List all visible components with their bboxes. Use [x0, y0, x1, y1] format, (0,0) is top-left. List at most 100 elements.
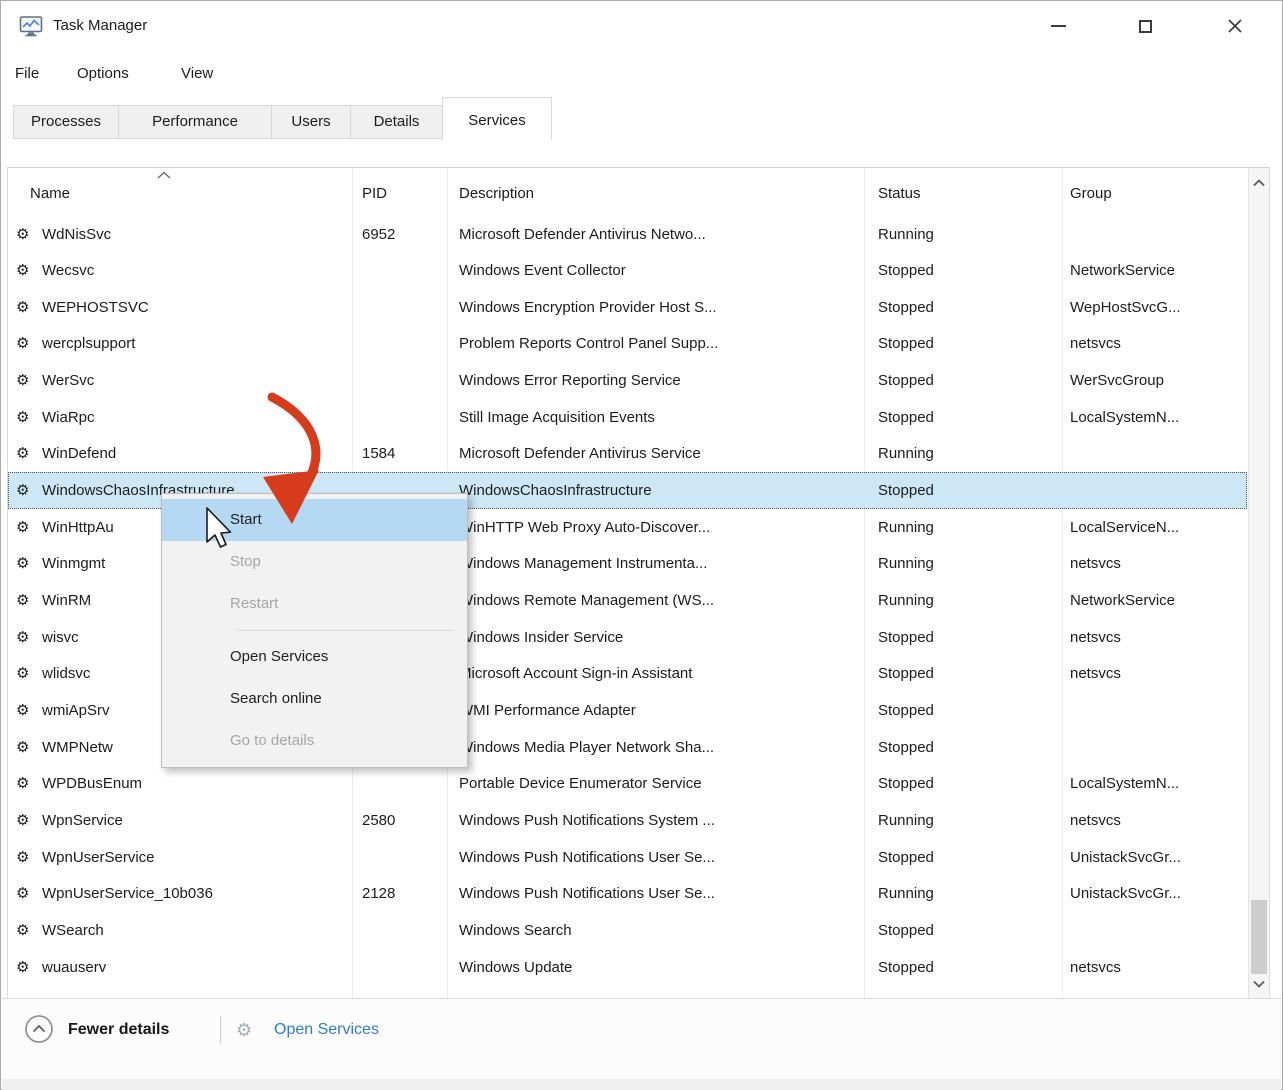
service-status: Stopped [878, 252, 934, 289]
service-gear-icon: ⚙ [16, 435, 29, 472]
maximize-icon [1139, 20, 1152, 33]
service-description: Windows Update [459, 949, 572, 986]
chevron-up-circle-icon [24, 1014, 54, 1044]
service-description: Windows Management Instrumenta... [459, 545, 707, 582]
service-name: WinDefend [42, 435, 116, 472]
service-row-wpdbusenum[interactable]: ⚙WPDBusEnumPortable Device Enumerator Se… [8, 765, 1247, 802]
service-group: WerSvcGroup [1070, 362, 1164, 399]
service-row-wpnuserservice[interactable]: ⚙WpnUserServiceWindows Push Notification… [8, 839, 1247, 876]
context-menu-item-go-to-details: Go to details [162, 720, 467, 762]
scroll-up-button[interactable] [1249, 172, 1269, 194]
footer-bar: Fewer details ⚙ Open Services [2, 998, 1281, 1080]
service-gear-icon: ⚙ [16, 545, 29, 582]
title-bar: Task Manager [1, 1, 1282, 51]
service-group: LocalSystemN... [1070, 765, 1179, 802]
service-status: Stopped [878, 325, 934, 362]
column-header-pid[interactable]: PID [362, 168, 387, 214]
service-group: LocalServiceN... [1070, 509, 1179, 546]
tab-performance[interactable]: Performance [118, 105, 272, 139]
service-group: LocalSystemN... [1070, 399, 1179, 436]
chevron-down-icon [1253, 980, 1265, 988]
service-row-wecsvc[interactable]: ⚙WecsvcWindows Event CollectorStoppedNet… [8, 252, 1247, 289]
service-row-wsearch[interactable]: ⚙WSearchWindows SearchStopped [8, 912, 1247, 949]
service-gear-icon: ⚙ [16, 875, 29, 912]
context-menu-item-search-online[interactable]: Search online [162, 678, 467, 720]
column-header-name[interactable]: Name [30, 168, 70, 214]
service-context-menu: StartStopRestartOpen ServicesSearch onli… [161, 493, 468, 768]
gear-icon: ⚙ [236, 999, 252, 1061]
service-group: UnistackSvcGr... [1070, 875, 1181, 912]
open-services-link[interactable]: Open Services [274, 999, 379, 1061]
service-name: WpnUserService [42, 839, 155, 876]
service-name: wercplsupport [42, 325, 135, 362]
service-row-wpnuserservice-10b036[interactable]: ⚙WpnUserService_10b0362128Windows Push N… [8, 875, 1247, 912]
scrollbar-thumb[interactable] [1251, 900, 1267, 974]
service-description: Windows Push Notifications System ... [459, 802, 715, 839]
service-name: wuauserv [42, 949, 106, 986]
service-name: WpnUserService_10b036 [42, 875, 213, 912]
service-description: WMI Performance Adapter [459, 692, 636, 729]
menu-separator [236, 630, 453, 631]
vertical-scrollbar[interactable] [1248, 168, 1269, 999]
menubar-item-options[interactable]: Options [77, 51, 129, 97]
tab-services[interactable]: Services [442, 97, 552, 140]
service-row-windefend[interactable]: ⚙WinDefend1584Microsoft Defender Antivir… [8, 435, 1247, 472]
service-name: WerSvc [42, 362, 94, 399]
minimize-button[interactable] [1035, 1, 1081, 51]
service-pid: 2128 [362, 875, 395, 912]
maximize-button[interactable] [1122, 1, 1168, 51]
service-description: Still Image Acquisition Events [459, 399, 655, 436]
service-description: Windows Push Notifications User Se... [459, 839, 715, 876]
service-name: wisvc [42, 619, 79, 656]
service-description: WindowsChaosInfrastructure [459, 472, 652, 509]
scroll-down-button[interactable] [1249, 973, 1269, 995]
service-row-wercplsupport[interactable]: ⚙wercplsupportProblem Reports Control Pa… [8, 325, 1247, 362]
column-header-group[interactable]: Group [1070, 168, 1112, 214]
service-name: wmiApSrv [42, 692, 110, 729]
service-row-wephostsvc[interactable]: ⚙WEPHOSTSVCWindows Encryption Provider H… [8, 289, 1247, 326]
service-status: Running [878, 509, 934, 546]
service-row-wersvc[interactable]: ⚙WerSvcWindows Error Reporting ServiceSt… [8, 362, 1247, 399]
column-header-status[interactable]: Status [878, 168, 921, 214]
menubar-item-view[interactable]: View [181, 51, 213, 97]
tab-users[interactable]: Users [271, 105, 351, 139]
service-name: WSearch [42, 912, 104, 949]
service-row-wdnissvc[interactable]: ⚙WdNisSvc6952Microsoft Defender Antiviru… [8, 216, 1247, 253]
menubar-item-file[interactable]: File [15, 51, 39, 97]
service-status: Stopped [878, 619, 934, 656]
service-row-wpnservice[interactable]: ⚙WpnService2580Windows Push Notification… [8, 802, 1247, 839]
service-group: netsvcs [1070, 802, 1121, 839]
service-status: Stopped [878, 949, 934, 986]
service-group: NetworkService [1070, 252, 1175, 289]
service-status: Stopped [878, 655, 934, 692]
service-group: netsvcs [1070, 949, 1121, 986]
context-menu-item-start[interactable]: Start [162, 499, 467, 541]
service-description: Microsoft Defender Antivirus Service [459, 435, 701, 472]
service-name: WPDBusEnum [42, 765, 142, 802]
window-frame-bottom [2, 1079, 1281, 1090]
tab-details[interactable]: Details [350, 105, 443, 139]
service-group: WepHostSvcG... [1070, 289, 1181, 326]
task-manager-window: Task Manager File Options View ProcessesPe… [0, 0, 1283, 1090]
service-group: netsvcs [1070, 619, 1121, 656]
service-gear-icon: ⚙ [16, 252, 29, 289]
screenshot-stage: Task Manager File Options View ProcessesPe… [0, 0, 1283, 1090]
tab-processes[interactable]: Processes [13, 105, 119, 139]
context-menu-item-open-services[interactable]: Open Services [162, 636, 467, 678]
service-row-wuauserv[interactable]: ⚙wuauservWindows UpdateStoppednetsvcs [8, 949, 1247, 986]
service-status: Running [878, 545, 934, 582]
service-status: Stopped [878, 912, 934, 949]
service-pid: 2580 [362, 802, 395, 839]
service-group: UnistackSvcGr... [1070, 839, 1181, 876]
column-header-description[interactable]: Description [459, 168, 534, 214]
service-name: WiaRpc [42, 399, 95, 436]
service-status: Stopped [878, 729, 934, 766]
service-status: Stopped [878, 839, 934, 876]
service-name: WEPHOSTSVC [42, 289, 149, 326]
service-status: Stopped [878, 765, 934, 802]
fewer-details-button[interactable]: Fewer details [68, 999, 169, 1061]
chevron-up-icon [1253, 179, 1265, 187]
close-button[interactable] [1212, 1, 1258, 51]
service-row-wiarpc[interactable]: ⚙WiaRpcStill Image Acquisition EventsSto… [8, 399, 1247, 436]
service-name: Wecsvc [42, 252, 94, 289]
